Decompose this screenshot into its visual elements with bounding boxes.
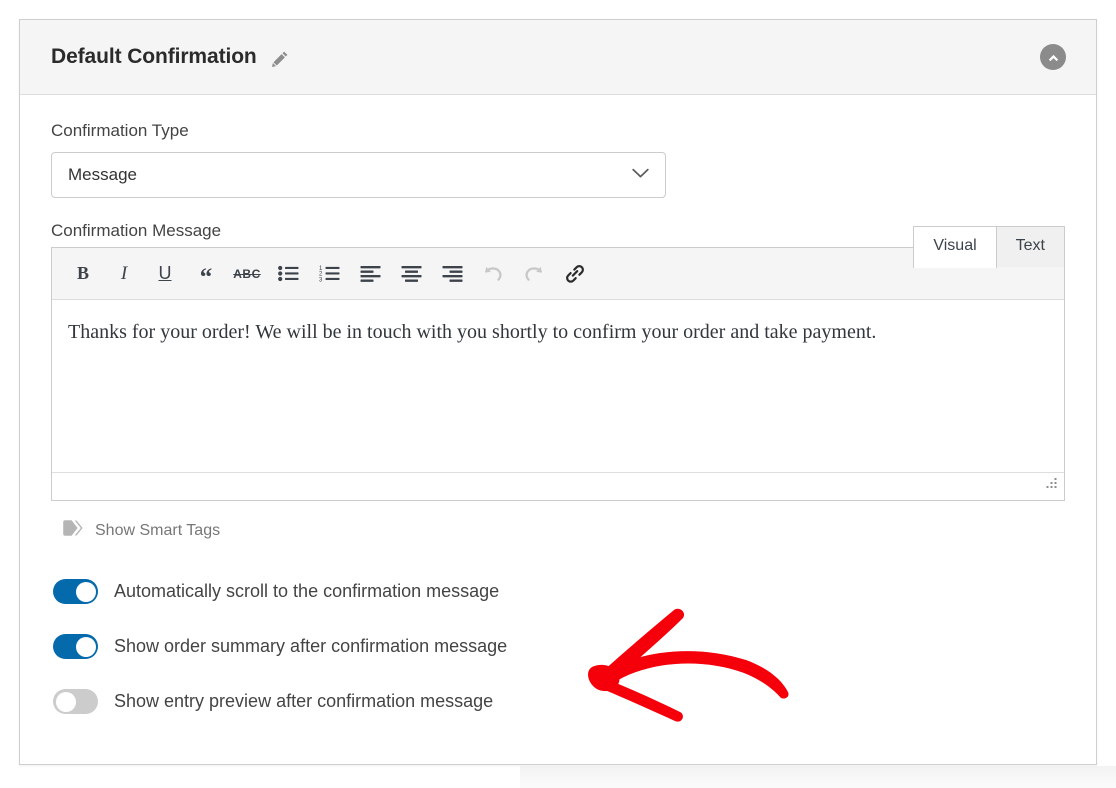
default-confirmation-card: Default Confirmation Confirmation Type M… <box>19 19 1097 765</box>
toggle-row-auto-scroll: Automatically scroll to the confirmation… <box>51 564 1065 619</box>
confirmation-message-label-row: Confirmation Message Visual Text <box>51 221 1065 269</box>
wysiwyg-editor: B I U “ ABC 1 2 3 Thanks for your order!… <box>51 247 1065 502</box>
underline-icon[interactable]: U <box>148 257 182 291</box>
confirmation-type-select-wrap: Message <box>51 152 666 199</box>
toggle-auto-scroll[interactable] <box>53 579 98 605</box>
tab-visual[interactable]: Visual <box>913 226 997 269</box>
svg-text:3: 3 <box>319 278 323 283</box>
toggle-label-auto-scroll: Automatically scroll to the confirmation… <box>114 581 500 602</box>
toggle-label-entry-preview: Show entry preview after confirmation me… <box>114 691 494 712</box>
editor-tab-list: Visual Text <box>913 226 1065 269</box>
confirmation-type-select[interactable]: Message <box>51 152 666 199</box>
toggle-row-order-summary: Show order summary after confirmation me… <box>51 619 1065 674</box>
tab-text[interactable]: Text <box>996 226 1065 268</box>
bold-icon[interactable]: B <box>66 257 100 291</box>
page-background-shade <box>520 766 1116 788</box>
confirmation-type-label: Confirmation Type <box>51 121 189 140</box>
page-title: Default Confirmation <box>51 45 257 68</box>
align-center-icon[interactable] <box>394 257 428 291</box>
italic-icon[interactable]: I <box>107 257 141 291</box>
card-header: Default Confirmation <box>20 20 1096 95</box>
confirmation-message-body[interactable]: Thanks for your order! We will be in tou… <box>52 300 1064 472</box>
align-left-icon[interactable] <box>353 257 387 291</box>
confirmation-type-value: Message <box>68 165 137 185</box>
insert-link-icon[interactable] <box>558 257 592 291</box>
blockquote-icon[interactable]: “ <box>189 253 223 295</box>
undo-icon[interactable] <box>476 257 510 291</box>
numbered-list-icon[interactable]: 1 2 3 <box>312 257 346 291</box>
toggle-knob <box>75 581 96 602</box>
toggle-knob <box>75 636 96 657</box>
show-smart-tags-link[interactable]: Show Smart Tags <box>62 519 220 542</box>
toggle-row-entry-preview: Show entry preview after confirmation me… <box>51 674 1065 729</box>
editor-toolbar: B I U “ ABC 1 2 3 <box>52 248 1064 301</box>
toggle-entry-preview[interactable] <box>53 689 98 715</box>
editor-statusbar <box>52 472 1064 501</box>
resize-grip-icon[interactable] <box>1045 477 1058 495</box>
toggle-knob <box>55 691 76 712</box>
settings-toggle-list: Automatically scroll to the confirmation… <box>51 564 1065 729</box>
strikethrough-icon[interactable]: ABC <box>230 257 264 291</box>
show-smart-tags-label: Show Smart Tags <box>95 521 221 539</box>
pencil-icon[interactable] <box>270 49 290 69</box>
chevron-up-circle-icon[interactable] <box>1040 44 1066 70</box>
card-body: Confirmation Type Message Confirmation M… <box>20 95 1096 729</box>
toggle-label-order-summary: Show order summary after confirmation me… <box>114 636 508 657</box>
toggle-order-summary[interactable] <box>53 634 98 660</box>
tag-icon <box>62 519 84 542</box>
align-right-icon[interactable] <box>435 257 469 291</box>
bulleted-list-icon[interactable] <box>271 257 305 291</box>
redo-icon[interactable] <box>517 257 551 291</box>
